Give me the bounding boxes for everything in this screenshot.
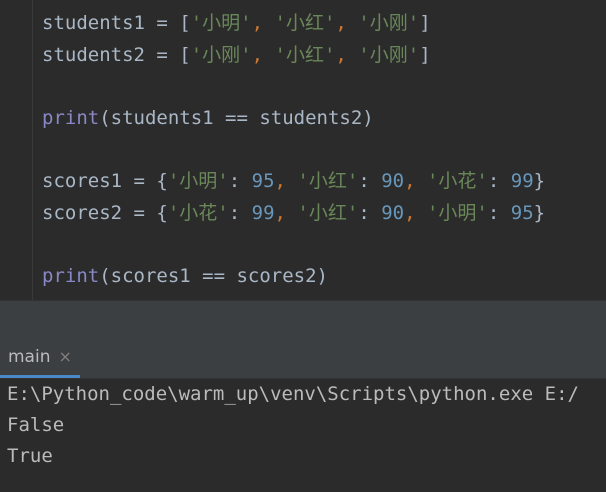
colon: : (358, 170, 382, 192)
comma: , (404, 202, 427, 224)
string-literal: '小刚' (190, 44, 252, 66)
variable-name: students2 (42, 44, 145, 66)
close-icon[interactable]: × (58, 347, 71, 366)
string-literal: '小红' (274, 12, 336, 34)
variable-name: students1 (42, 12, 145, 34)
call-arguments: (students1 == students2) (99, 107, 374, 129)
run-console[interactable]: E:\Python_code\warm_up\venv\Scripts\pyth… (0, 379, 606, 492)
colon: : (358, 202, 382, 224)
comma: , (274, 202, 298, 224)
dict-key: '小花' (426, 170, 488, 192)
brace: } (533, 170, 546, 192)
call-arguments: (scores1 == scores2) (99, 265, 328, 287)
number-literal: 95 (510, 202, 534, 224)
number-literal: 95 (251, 170, 275, 192)
dict-key: '小红' (297, 170, 359, 192)
console-output-false: False (7, 414, 65, 436)
comma: , (251, 44, 275, 66)
console-output-true: True (7, 445, 53, 467)
assign-operator: = (122, 170, 157, 192)
bracket: ] (419, 44, 431, 66)
number-literal: 99 (510, 170, 534, 192)
builtin-function: print (42, 107, 100, 129)
dict-key: '小明' (167, 170, 229, 192)
colon: : (487, 170, 511, 192)
run-tab-label: main (8, 346, 51, 367)
variable-name: scores1 (42, 170, 123, 192)
dict-key: '小花' (167, 202, 229, 224)
comma: , (404, 170, 427, 192)
builtin-function: print (42, 265, 100, 287)
dict-key: '小红' (297, 202, 359, 224)
string-literal: '小明' (190, 12, 252, 34)
bracket: ] (419, 12, 431, 34)
number-literal: 90 (381, 202, 405, 224)
comma: , (335, 44, 359, 66)
number-literal: 99 (251, 202, 275, 224)
run-tab-main[interactable]: main × (0, 338, 80, 378)
assign-operator: = (144, 44, 180, 66)
colon: : (228, 202, 252, 224)
console-command-line: E:\Python_code\warm_up\venv\Scripts\pyth… (7, 383, 579, 405)
colon: : (228, 170, 252, 192)
number-literal: 90 (381, 170, 405, 192)
assign-operator: = (122, 202, 157, 224)
comma: , (251, 12, 275, 34)
run-tool-window-header: main × (0, 338, 606, 379)
comma: , (335, 12, 359, 34)
string-literal: '小刚' (358, 12, 420, 34)
assign-operator: = (144, 12, 180, 34)
gutter-divider (32, 0, 33, 300)
code-line-2[interactable]: students2 = ['小刚', '小红', '小刚'] (42, 39, 431, 71)
code-line-1[interactable]: students1 = ['小明', '小红', '小刚'] (42, 7, 431, 39)
brace: } (533, 202, 546, 224)
code-editor[interactable]: students1 = ['小明', '小红', '小刚'] students2… (0, 0, 606, 300)
colon: : (487, 202, 511, 224)
code-line-4[interactable]: print(students1 == students2) (42, 102, 374, 134)
comma: , (274, 170, 298, 192)
panel-separator (0, 300, 606, 339)
string-literal: '小红' (274, 44, 336, 66)
variable-name: scores2 (42, 202, 123, 224)
bracket: [ (179, 44, 191, 66)
code-line-6[interactable]: scores1 = {'小明': 95, '小红': 90, '小花': 99} (42, 165, 545, 197)
string-literal: '小刚' (358, 44, 420, 66)
bracket: [ (179, 12, 191, 34)
brace: { (156, 170, 168, 192)
dict-key: '小明' (426, 202, 488, 224)
code-line-7[interactable]: scores2 = {'小花': 99, '小红': 90, '小明': 95} (42, 197, 545, 229)
code-line-9[interactable]: print(scores1 == scores2) (42, 260, 328, 292)
brace: { (156, 202, 168, 224)
